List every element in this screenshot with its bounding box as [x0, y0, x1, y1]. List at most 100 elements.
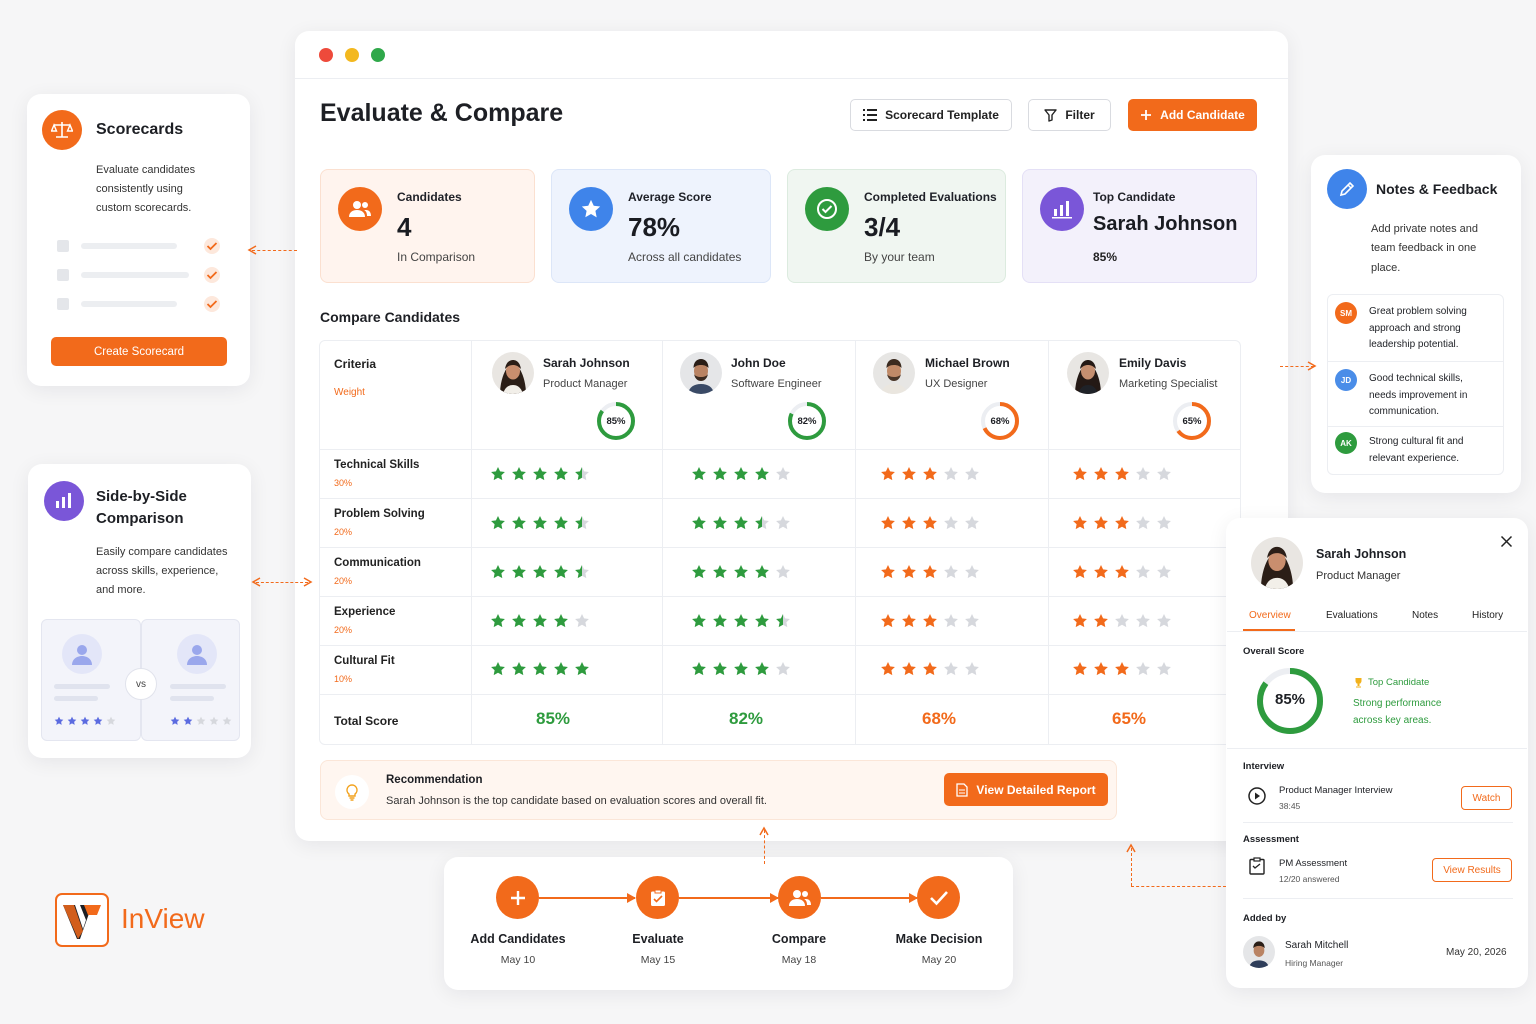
- profile-role: Product Manager: [1316, 570, 1401, 582]
- arrow-right-icon: [627, 893, 636, 903]
- star-rating: [490, 466, 590, 482]
- stat-sub: Across all candidates: [628, 250, 742, 264]
- comparison-table: Criteria Weight Technical Skills 30% Pro…: [319, 340, 1241, 745]
- watch-button[interactable]: Watch: [1461, 786, 1512, 810]
- star-rating: [880, 661, 980, 677]
- star-icon: [1115, 662, 1129, 676]
- star-icon: [106, 716, 116, 725]
- star-icon: [923, 614, 937, 628]
- star-icon: [93, 716, 103, 725]
- star-rating: [880, 466, 980, 482]
- star-icon: [1073, 662, 1087, 676]
- star-icon: [692, 516, 706, 530]
- criterion-name: Problem Solving: [334, 508, 425, 520]
- play-icon[interactable]: [1248, 787, 1266, 805]
- plus-icon[interactable]: [496, 876, 539, 919]
- star-rating: [880, 564, 980, 580]
- star-icon: [965, 614, 979, 628]
- star-icon: [569, 187, 613, 231]
- criterion-weight: 20%: [334, 576, 353, 586]
- users-icon[interactable]: [778, 876, 821, 919]
- check-icon[interactable]: [917, 876, 960, 919]
- flow-step: Evaluate May 15: [598, 932, 718, 966]
- add-candidate-label: Add Candidate: [1160, 108, 1245, 122]
- window-close-dot[interactable]: [319, 48, 333, 62]
- star-icon: [734, 516, 748, 530]
- star-icon: [692, 467, 706, 481]
- close-icon[interactable]: [1500, 535, 1513, 548]
- star-icon: [1094, 614, 1108, 628]
- star-icon: [1094, 516, 1108, 530]
- note-avatar: JD: [1335, 369, 1357, 391]
- check-icon: [805, 187, 849, 231]
- trophy-icon: [1355, 678, 1362, 688]
- flow-connector: [679, 897, 778, 899]
- stat-value: 3/4: [864, 212, 901, 242]
- star-icon: [1115, 565, 1129, 579]
- star-icon: [776, 467, 790, 481]
- notes-title: Notes & Feedback: [1376, 181, 1498, 197]
- star-icon: [512, 467, 526, 481]
- row-divider: [320, 547, 1240, 548]
- window-minimize-dot[interactable]: [345, 48, 359, 62]
- criterion-weight: 10%: [334, 674, 353, 684]
- tab-notes[interactable]: Notes: [1412, 610, 1438, 621]
- star-icon: [755, 662, 769, 676]
- create-scorecard-button[interactable]: Create Scorecard: [51, 337, 227, 366]
- assessment-label: Assessment: [1243, 834, 1299, 845]
- clipboard-icon[interactable]: [636, 876, 679, 919]
- total-score-label: Total Score: [334, 714, 399, 728]
- window-maximize-dot[interactable]: [371, 48, 385, 62]
- added-by-avatar: [1243, 936, 1275, 968]
- scorecards-title: Scorecards: [96, 121, 184, 138]
- star-icon: [755, 516, 769, 530]
- star-icon: [734, 467, 748, 481]
- column-divider: [855, 341, 856, 744]
- star-icon: [170, 716, 180, 725]
- star-icon: [512, 565, 526, 579]
- pencil-icon: [1327, 169, 1367, 209]
- row-divider: [320, 498, 1240, 499]
- star-rating: [880, 515, 980, 531]
- star-icon: [533, 614, 547, 628]
- arrow-right-icon: [303, 577, 313, 587]
- star-icon: [209, 716, 219, 725]
- total-score: 85%: [536, 709, 571, 728]
- star-icon: [881, 614, 895, 628]
- star-rating: [1072, 466, 1172, 482]
- view-results-button[interactable]: View Results: [1432, 858, 1512, 882]
- tab-evaluations[interactable]: Evaluations: [1326, 610, 1378, 621]
- filter-label: Filter: [1065, 108, 1095, 122]
- star-icon: [54, 716, 64, 725]
- tab-overview[interactable]: Overview: [1249, 610, 1291, 621]
- star-rating: [880, 613, 980, 629]
- notes-desc-line: team feedback in one: [1371, 242, 1477, 254]
- candidate-name: Emily Davis: [1119, 356, 1187, 370]
- star-icon: [1073, 467, 1087, 481]
- added-date: May 20, 2026: [1446, 947, 1507, 958]
- flow-step-date: May 18: [781, 954, 817, 966]
- scorecards-desc-line: consistently using: [96, 183, 183, 195]
- interview-duration: 38:45: [1279, 801, 1301, 811]
- star-icon: [944, 662, 958, 676]
- dashed-connector: [1131, 886, 1226, 887]
- criterion-name: Experience: [334, 606, 396, 618]
- star-rating: [691, 515, 791, 531]
- candidate-avatar: [1067, 352, 1109, 394]
- filter-button[interactable]: Filter: [1028, 99, 1111, 131]
- criterion-name: Communication: [334, 557, 421, 569]
- star-icon: [491, 516, 505, 530]
- tab-history[interactable]: History: [1472, 610, 1503, 621]
- add-candidate-button[interactable]: Add Candidate: [1128, 99, 1257, 131]
- star-icon: [491, 662, 505, 676]
- notes-desc-line: place.: [1371, 262, 1401, 274]
- star-icon: [1115, 516, 1129, 530]
- dashed-connector: [252, 250, 297, 251]
- side-by-side-title-line: Side-by-Side: [96, 488, 187, 505]
- star-icon: [1136, 516, 1150, 530]
- star-icon: [776, 614, 790, 628]
- star-icon: [1157, 565, 1171, 579]
- star-icon: [692, 614, 706, 628]
- view-detailed-report-button[interactable]: View Detailed Report: [944, 773, 1108, 806]
- scorecard-template-button[interactable]: Scorecard Template: [850, 99, 1012, 131]
